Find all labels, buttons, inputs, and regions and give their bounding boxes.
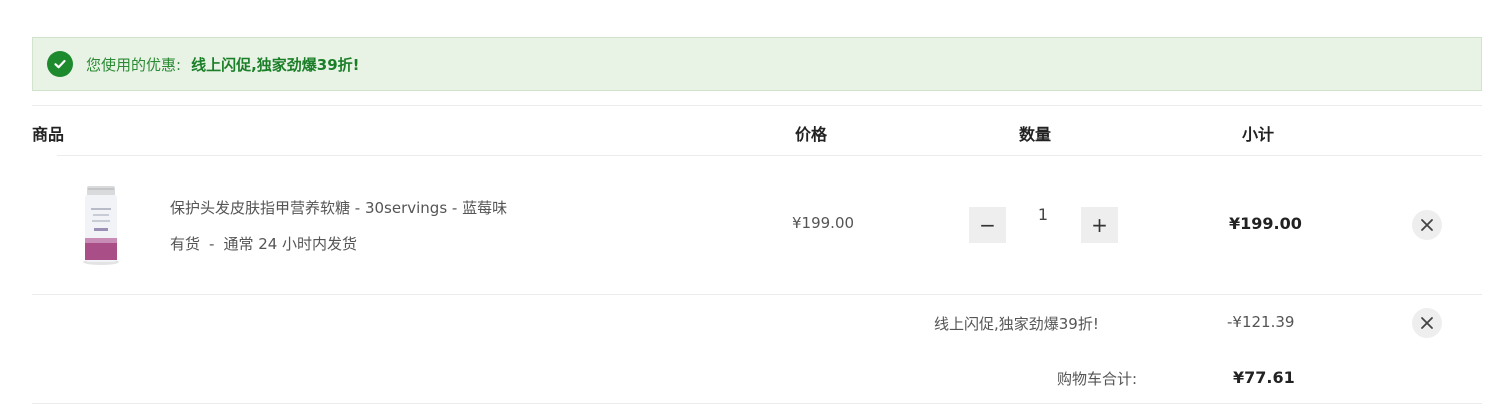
header-product: 商品 <box>32 125 65 144</box>
remove-discount-button[interactable] <box>1412 308 1442 338</box>
banner-promo-name: 线上闪促,独家劲爆39折! <box>191 55 360 74</box>
plus-icon: + <box>1091 213 1108 237</box>
promo-banner: 您使用的优惠: 线上闪促,独家劲爆39折! <box>32 37 1482 91</box>
product-name[interactable]: 保护头发皮肤指甲营养软糖 - 30servings - 蓝莓味 <box>170 197 507 218</box>
product-availability: 有货 - 通常 24 小时内发货 <box>170 233 357 254</box>
discount-amount: -¥121.39 <box>1227 313 1295 331</box>
stock-status: 有货 <box>170 235 201 253</box>
increase-quantity-button[interactable]: + <box>1081 207 1118 243</box>
header-price: 价格 <box>795 125 828 144</box>
divider <box>32 403 1482 404</box>
close-icon <box>1421 219 1433 231</box>
minus-icon: − <box>979 213 996 237</box>
remove-item-button[interactable] <box>1412 210 1442 240</box>
discount-label: 线上闪促,独家劲爆39折! <box>934 315 1099 333</box>
check-circle-icon <box>47 51 73 77</box>
decrease-quantity-button[interactable]: − <box>969 207 1006 243</box>
cart-total-label: 购物车合计: <box>1057 370 1138 388</box>
banner-label: 您使用的优惠: <box>86 55 182 74</box>
divider <box>32 105 1482 106</box>
divider <box>57 155 1482 156</box>
header-subtotal: 小计 <box>1242 125 1275 144</box>
stock-separator: - <box>209 235 215 253</box>
item-subtotal: ¥199.00 <box>1229 214 1302 233</box>
close-icon <box>1421 317 1433 329</box>
product-image[interactable] <box>80 184 122 266</box>
cart-total-amount: ¥77.61 <box>1233 368 1295 387</box>
header-quantity: 数量 <box>1019 125 1052 144</box>
divider <box>32 294 1482 295</box>
quantity-input[interactable] <box>1030 205 1056 224</box>
shipping-info: 通常 24 小时内发货 <box>223 235 358 253</box>
item-price: ¥199.00 <box>792 214 855 232</box>
